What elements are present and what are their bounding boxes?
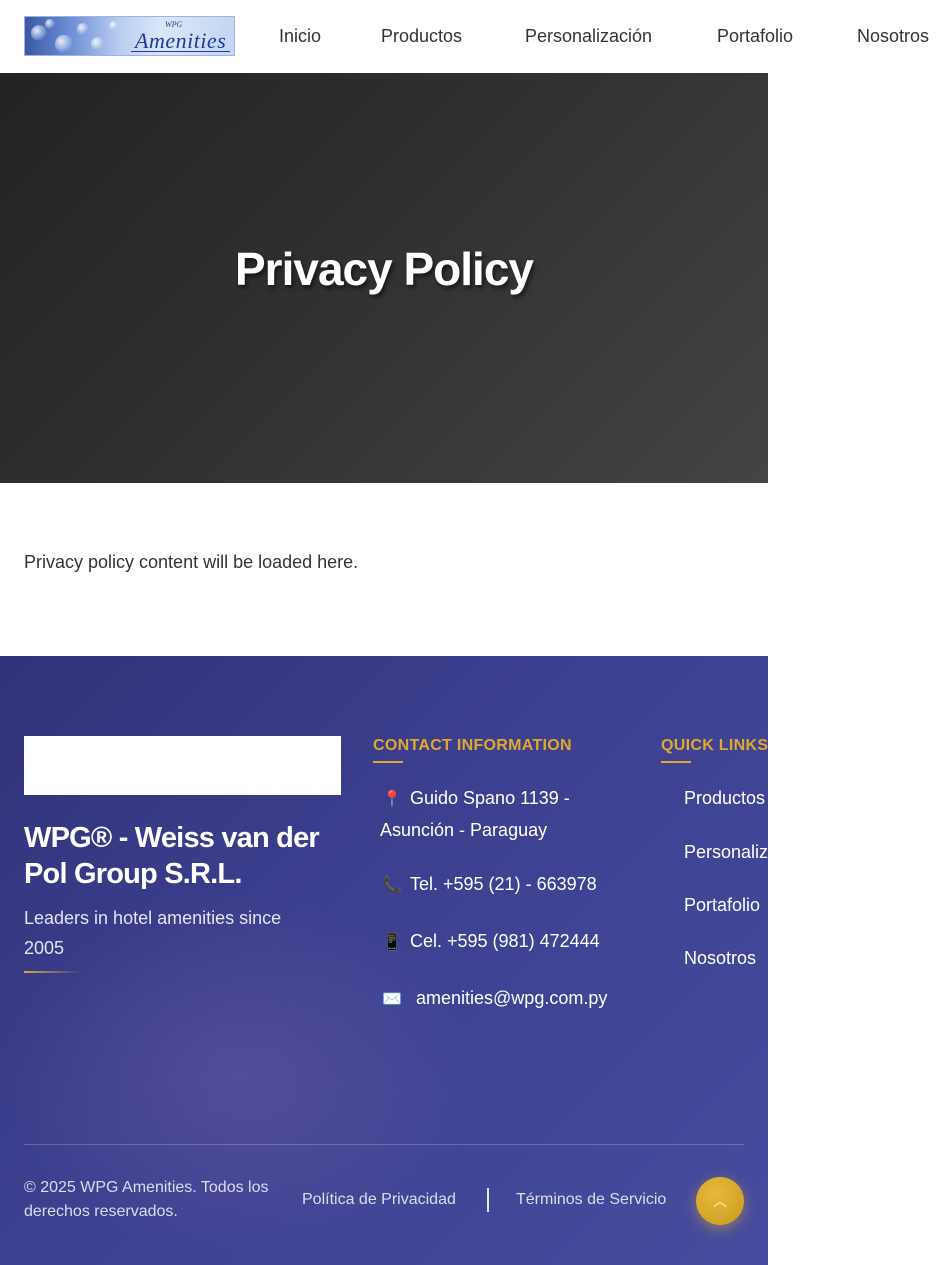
site-footer: WPG® - Weiss van der Pol Group S.R.L. Le…: [0, 656, 768, 1265]
quick-link-nosotros[interactable]: Nosotros: [684, 946, 756, 970]
quick-link-portafolio[interactable]: Portafolio: [684, 893, 760, 917]
contact-email[interactable]: ✉️ amenities@wpg.com.py: [380, 983, 607, 1015]
footer-divider: [24, 1144, 744, 1145]
contact-email-text: amenities@wpg.com.py: [416, 988, 608, 1008]
nav-nosotros[interactable]: Nosotros: [857, 24, 929, 48]
privacy-policy-link[interactable]: Política de Privacidad: [302, 1188, 456, 1212]
chevron-up-icon: ︿: [713, 1193, 727, 1209]
quick-link-personalizacion[interactable]: Personalización: [684, 840, 768, 864]
quick-link-productos[interactable]: Productos: [684, 786, 765, 810]
logo-bubble: [77, 23, 89, 35]
page-title: Privacy Policy: [235, 243, 534, 295]
hero-banner: Privacy Policy: [0, 73, 768, 483]
phone-icon: 📞: [382, 877, 402, 894]
copyright-text: © 2025 WPG Amenities. Todos los derechos…: [24, 1179, 269, 1220]
contact-mobile[interactable]: 📱 Cel. +595 (981) 472444: [380, 926, 600, 958]
quick-links-heading-rule: [661, 761, 691, 763]
contact-address-text: Guido Spano 1139 - Asunción - Paraguay: [380, 788, 570, 840]
contact-heading-rule: [373, 761, 403, 763]
back-to-top-button[interactable]: ︿: [696, 1177, 744, 1225]
logo-bubble: [109, 21, 119, 31]
privacy-policy-content: Privacy policy content will be loaded he…: [24, 552, 359, 572]
terms-of-service-link[interactable]: Términos de Servicio: [516, 1188, 666, 1212]
mobile-icon: 📱: [382, 934, 402, 951]
nav-productos[interactable]: Productos: [381, 24, 462, 48]
logo-bubble: [31, 25, 47, 41]
tagline-divider: [24, 971, 82, 973]
site-header: WPG Amenities Inicio Productos Personali…: [0, 0, 947, 72]
logo-bubble: [91, 37, 105, 51]
nav-personalizacion[interactable]: Personalización: [525, 24, 652, 48]
map-pin-icon: 📍: [382, 791, 402, 808]
envelope-icon: ✉️: [382, 991, 402, 1008]
site-logo[interactable]: WPG Amenities: [24, 16, 235, 56]
company-name: WPG® - Weiss van der Pol Group S.R.L.: [24, 822, 320, 890]
footer-logo: [24, 736, 341, 795]
logo-bubble: [55, 35, 73, 53]
logo-underline: [131, 51, 230, 52]
contact-mobile-text: Cel. +595 (981) 472444: [410, 931, 600, 951]
contact-phone-text: Tel. +595 (21) - 663978: [410, 874, 597, 894]
company-tagline: Leaders in hotel amenities since 2005: [24, 908, 282, 958]
quick-links-heading: QUICK LINKS: [661, 737, 768, 754]
logo-bubble: [45, 19, 55, 29]
contact-phone[interactable]: 📞 Tel. +595 (21) - 663978: [380, 869, 597, 901]
nav-portafolio[interactable]: Portafolio: [717, 24, 793, 48]
contact-address: 📍 Guido Spano 1139 - Asunción - Paraguay: [380, 783, 610, 845]
contact-heading: CONTACT INFORMATION: [373, 737, 572, 754]
nav-inicio[interactable]: Inicio: [279, 24, 321, 48]
legal-separator: [487, 1188, 489, 1212]
